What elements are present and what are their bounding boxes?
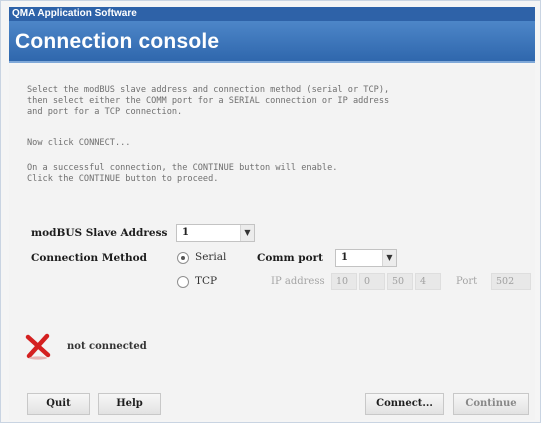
comm-port-select[interactable]: 1 ▼ xyxy=(335,249,397,267)
help-button[interactable]: Help xyxy=(98,393,161,415)
ip-octet-3-field[interactable]: 50 xyxy=(387,273,413,290)
slave-address-select[interactable]: 1 ▼ xyxy=(176,224,255,242)
app-window: QMA Application Software Connection cons… xyxy=(0,0,541,423)
connection-method-label: Connection Method xyxy=(31,252,147,264)
content-panel: Select the modBUS slave address and conn… xyxy=(9,65,535,420)
slave-address-label: modBUS Slave Address xyxy=(31,227,168,239)
chevron-down-icon[interactable]: ▼ xyxy=(240,225,254,241)
instruction-paragraph-2: Now click CONNECT... xyxy=(27,138,131,148)
tcp-radio-label: TCP xyxy=(195,275,218,287)
ip-octet-1-field[interactable]: 10 xyxy=(331,273,357,290)
instruction-paragraph-3: On a successful connection, the CONTINUE… xyxy=(27,163,338,184)
serial-radio-label: Serial xyxy=(195,251,227,263)
port-field[interactable]: 502 xyxy=(491,273,531,290)
port-label: Port xyxy=(456,276,478,287)
ip-octet-4-field[interactable]: 4 xyxy=(415,273,441,290)
serial-radio[interactable] xyxy=(177,252,189,264)
red-x-icon xyxy=(25,333,51,360)
radio-selected-dot xyxy=(181,256,185,260)
comm-port-value: 1 xyxy=(341,252,348,263)
tcp-radio[interactable] xyxy=(177,276,189,288)
connection-status-text: not connected xyxy=(67,341,147,352)
ip-octet-2-field[interactable]: 0 xyxy=(359,273,385,290)
window-title: QMA Application Software xyxy=(9,7,535,21)
instruction-paragraph-1: Select the modBUS slave address and conn… xyxy=(27,85,390,117)
chevron-down-icon[interactable]: ▼ xyxy=(382,250,396,266)
quit-button[interactable]: Quit xyxy=(27,393,90,415)
continue-button[interactable]: Continue xyxy=(453,393,529,415)
page-header: Connection console xyxy=(9,21,535,63)
connect-button[interactable]: Connect... xyxy=(365,393,444,415)
page-title: Connection console xyxy=(15,30,220,53)
slave-address-value: 1 xyxy=(182,227,189,238)
comm-port-label: Comm port xyxy=(257,252,323,264)
ip-address-label: IP address xyxy=(271,276,325,287)
